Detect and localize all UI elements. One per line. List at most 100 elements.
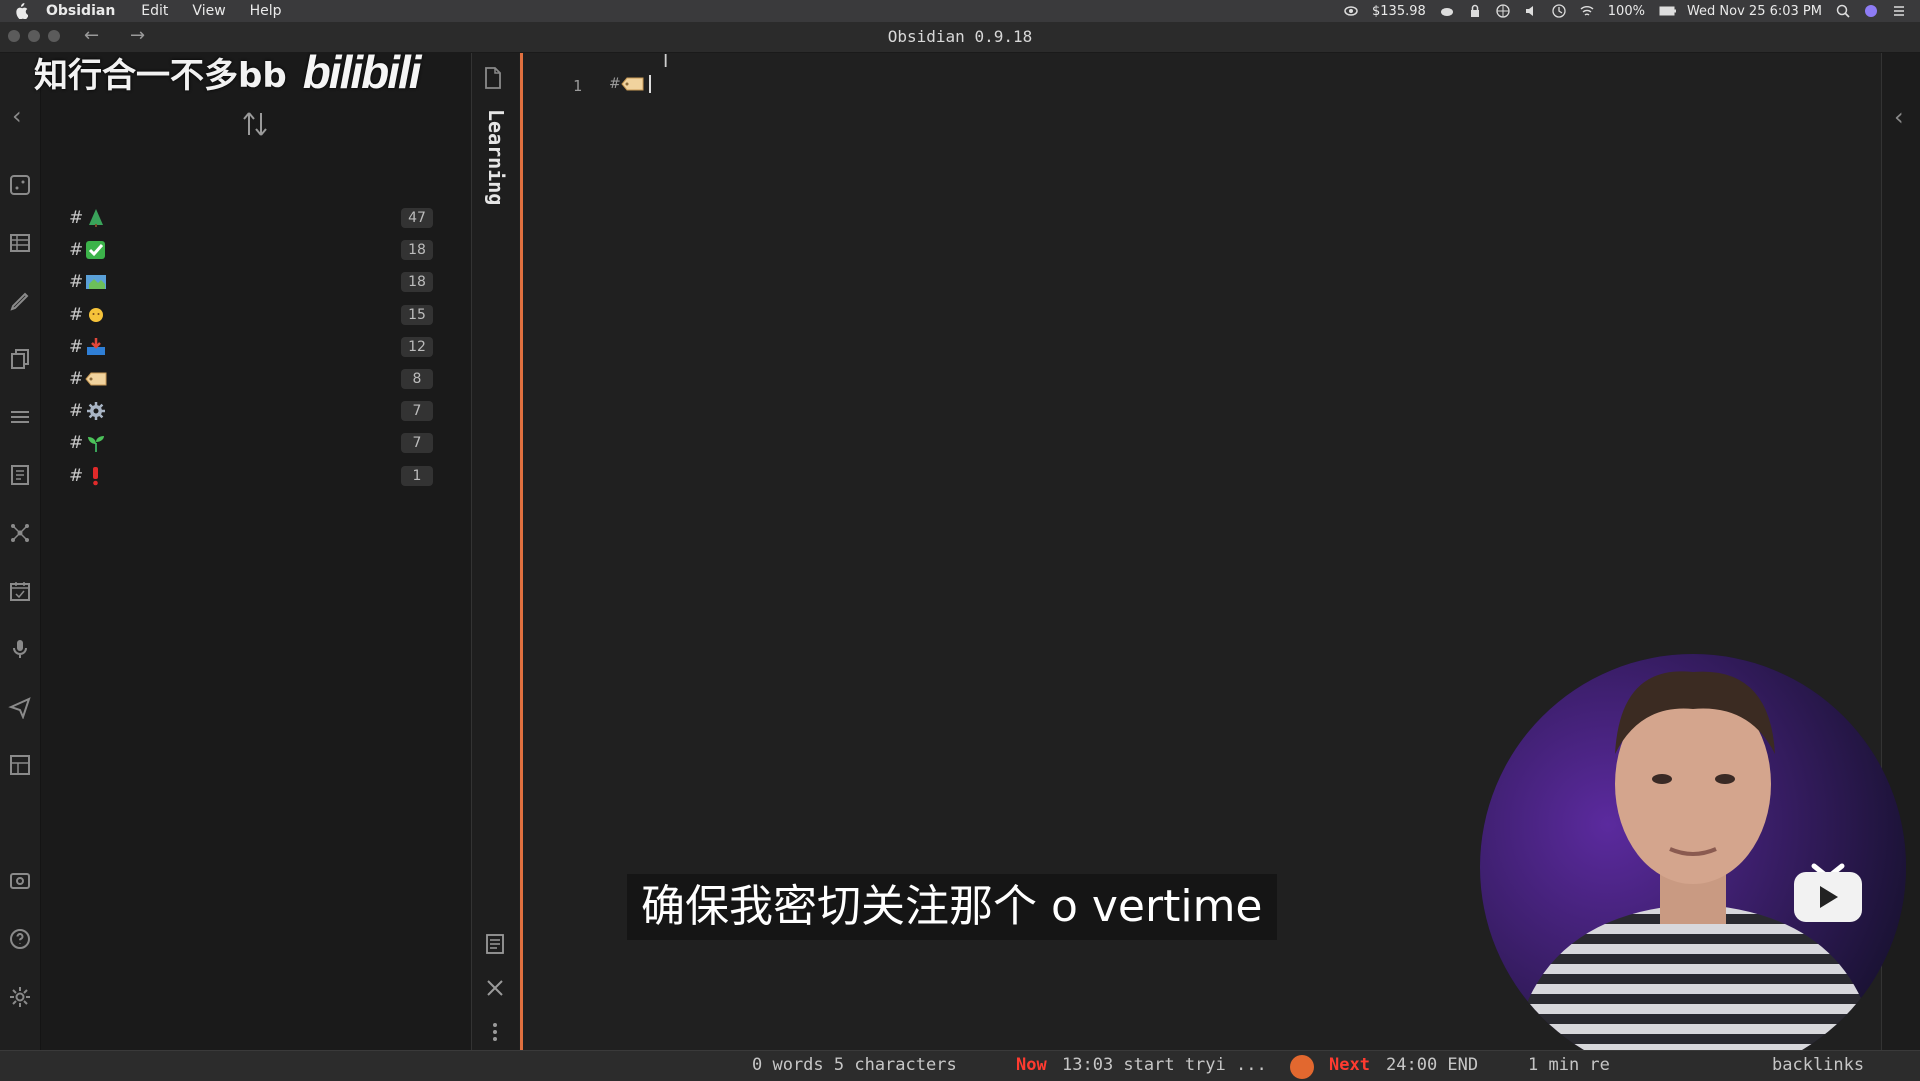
tag-hash: # <box>69 401 84 422</box>
menu-view[interactable]: View <box>192 3 225 19</box>
tag-count: 18 <box>401 240 433 261</box>
cloud-icon[interactable] <box>1440 4 1454 18</box>
open-vault-icon[interactable] <box>8 869 32 893</box>
sun-emoji-icon <box>85 305 107 325</box>
macos-menu-bar: Obsidian Edit View Help $135.98 100% Wed… <box>0 0 1920 22</box>
copy-icon[interactable] <box>8 347 32 371</box>
bilibili-watermark: 知行合一不多bb bilibili <box>34 46 422 98</box>
tag-hash: # <box>69 465 84 486</box>
watermark-text: 知行合一不多bb <box>34 55 287 96</box>
menu-help[interactable]: Help <box>250 3 282 19</box>
tag-item[interactable]: #7 <box>69 396 459 426</box>
random-note-icon[interactable] <box>8 173 32 197</box>
label-emoji-icon <box>85 369 107 389</box>
check-emoji-icon <box>85 240 107 260</box>
file-icon[interactable] <box>483 66 503 90</box>
spotlight-icon[interactable] <box>1836 4 1850 18</box>
tag-item[interactable]: #8 <box>69 364 459 394</box>
battery-percent[interactable]: 100% <box>1608 4 1645 19</box>
settings-icon[interactable] <box>8 985 32 1009</box>
tree-emoji-icon <box>85 208 107 228</box>
help-icon[interactable] <box>8 927 32 951</box>
volume-icon[interactable] <box>1524 4 1538 18</box>
bilibili-tv-icon <box>1794 863 1862 922</box>
text-cursor-icon: I <box>663 51 669 72</box>
battery-icon <box>1659 4 1676 18</box>
tag-hash: # <box>69 240 84 261</box>
tag-count: 18 <box>401 272 433 293</box>
next-label: Next <box>1329 1055 1370 1075</box>
table-icon[interactable] <box>8 231 32 255</box>
label-emoji-icon <box>621 77 644 91</box>
tag-pane: #47 #18 #18 #15 #12 #8 #7 #7 #1 <box>41 53 472 1050</box>
layout-icon[interactable] <box>8 753 32 777</box>
word-count: 0 words 5 characters <box>752 1055 957 1075</box>
apple-icon[interactable] <box>14 3 28 19</box>
graph-view-icon[interactable] <box>8 521 32 545</box>
next-task[interactable]: 24:00 END <box>1386 1055 1478 1075</box>
expand-right-sidebar-icon[interactable]: ‹ <box>1894 103 1904 131</box>
line-number: 1 <box>573 77 583 95</box>
tag-item[interactable]: #18 <box>69 267 459 297</box>
tag-count: 7 <box>401 433 433 454</box>
tag-hash: # <box>69 304 84 325</box>
tag-item[interactable]: #12 <box>69 332 459 362</box>
tag-item[interactable]: #47 <box>69 203 459 233</box>
seedling-emoji-icon <box>85 433 107 453</box>
stock-price[interactable]: $135.98 <box>1372 4 1426 19</box>
collapse-left-sidebar-icon[interactable]: ‹ <box>12 102 22 130</box>
tag-hash: # <box>69 208 84 228</box>
tag-count: 1 <box>401 465 433 486</box>
reading-view-icon[interactable] <box>484 933 506 955</box>
tag-item[interactable]: #1 <box>69 461 459 491</box>
tag-hash: # <box>609 76 621 92</box>
left-ribbon <box>0 53 41 1050</box>
now-label: Now <box>1016 1055 1047 1075</box>
tag-count: 47 <box>401 208 433 228</box>
progress-dot-icon <box>1290 1055 1314 1079</box>
pencil-icon[interactable] <box>8 289 32 313</box>
backlinks-count[interactable]: backlinks <box>1772 1055 1864 1075</box>
calendar-icon[interactable] <box>8 579 32 603</box>
tag-item[interactable]: #7 <box>69 428 459 458</box>
notification-center-icon[interactable] <box>1892 4 1906 18</box>
gear-emoji-icon <box>85 401 107 421</box>
status-bar: 0 words 5 characters Now 13:03 start try… <box>0 1050 1920 1081</box>
status-menus: $135.98 100% Wed Nov 25 6:03 PM <box>1344 4 1906 19</box>
tag-hash: # <box>69 272 84 293</box>
wifi-icon[interactable] <box>1580 4 1594 18</box>
menu-clock[interactable]: Wed Nov 25 6:03 PM <box>1687 4 1822 19</box>
more-options-icon[interactable] <box>484 1021 506 1043</box>
tag-item[interactable]: #15 <box>69 300 459 330</box>
siri-icon[interactable] <box>1864 4 1878 18</box>
tag-hash: # <box>69 336 84 357</box>
menu-lines-icon[interactable] <box>8 405 32 429</box>
tag-count: 8 <box>401 369 433 389</box>
tag-count: 7 <box>401 401 433 422</box>
tag-item[interactable]: #18 <box>69 235 459 265</box>
app-menu[interactable]: Obsidian <box>46 3 115 19</box>
pane-title-vertical[interactable]: Learning <box>484 109 508 205</box>
text-caret <box>648 75 651 93</box>
send-icon[interactable] <box>8 695 32 720</box>
globe-icon[interactable] <box>1496 4 1510 18</box>
now-task[interactable]: 13:03 start tryi ... <box>1062 1055 1267 1075</box>
tag-count: 12 <box>401 336 433 357</box>
tag-hash: # <box>69 369 84 389</box>
exclamation-emoji-icon <box>85 466 107 486</box>
template-icon[interactable] <box>8 463 32 487</box>
clock-icon[interactable] <box>1552 4 1566 18</box>
video-subtitle: 确保我密切关注那个 o vertime <box>627 874 1277 940</box>
lock-icon[interactable] <box>1468 4 1482 18</box>
map-emoji-icon <box>85 272 107 292</box>
menu-edit[interactable]: Edit <box>141 3 168 19</box>
eye-icon[interactable] <box>1344 4 1358 18</box>
close-pane-icon[interactable] <box>484 977 506 999</box>
microphone-icon[interactable] <box>8 637 32 661</box>
editor-line[interactable]: # <box>609 75 651 93</box>
tag-count: 15 <box>401 304 433 325</box>
inbox-emoji-icon <box>85 337 107 357</box>
bilibili-logo: bilibili <box>302 46 422 98</box>
pane-tab-strip: Learning <box>472 53 519 1050</box>
sort-icon[interactable] <box>241 109 269 139</box>
